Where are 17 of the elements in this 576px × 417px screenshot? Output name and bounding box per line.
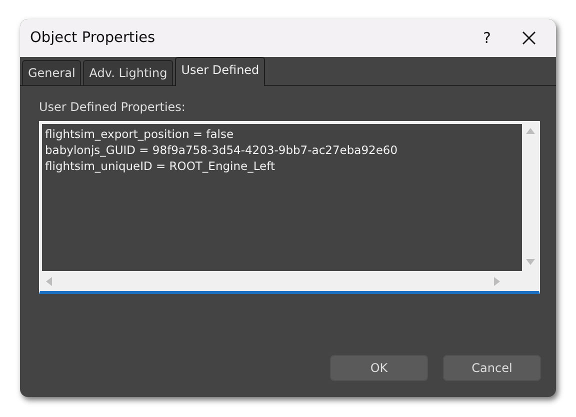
tab[interactable]: User Defined: [175, 57, 266, 86]
properties-label: User Defined Properties:: [39, 100, 186, 114]
tab[interactable]: General: [22, 60, 82, 85]
scroll-left-icon[interactable]: [46, 276, 52, 286]
scroll-down-icon[interactable]: [526, 259, 535, 265]
scroll-right-icon[interactable]: [494, 276, 500, 286]
property-line: babylonjs_GUID = 98f9a758-3d54-4203-9bb7-ac27eba92e60: [45, 142, 398, 158]
ok-button[interactable]: OK: [330, 355, 428, 381]
scroll-up-icon[interactable]: [526, 128, 535, 134]
help-button[interactable]: ?: [464, 29, 510, 47]
cancel-button[interactable]: Cancel: [443, 355, 541, 381]
property-line: flightsim_uniqueID = ROOT_Engine_Left: [45, 158, 275, 174]
close-icon[interactable]: [522, 31, 536, 45]
property-line: flightsim_export_position = false: [45, 126, 234, 142]
tab[interactable]: Adv. Lighting: [83, 60, 174, 85]
properties-text-area[interactable]: flightsim_export_position = false babylonjs_GUID = 98f9a758-3d54-4203-9bb7-ac27eba92e60 flightsim_uniqueID = ROOT_Engine_Left: [39, 121, 540, 294]
window-title: Object Properties: [30, 30, 156, 46]
